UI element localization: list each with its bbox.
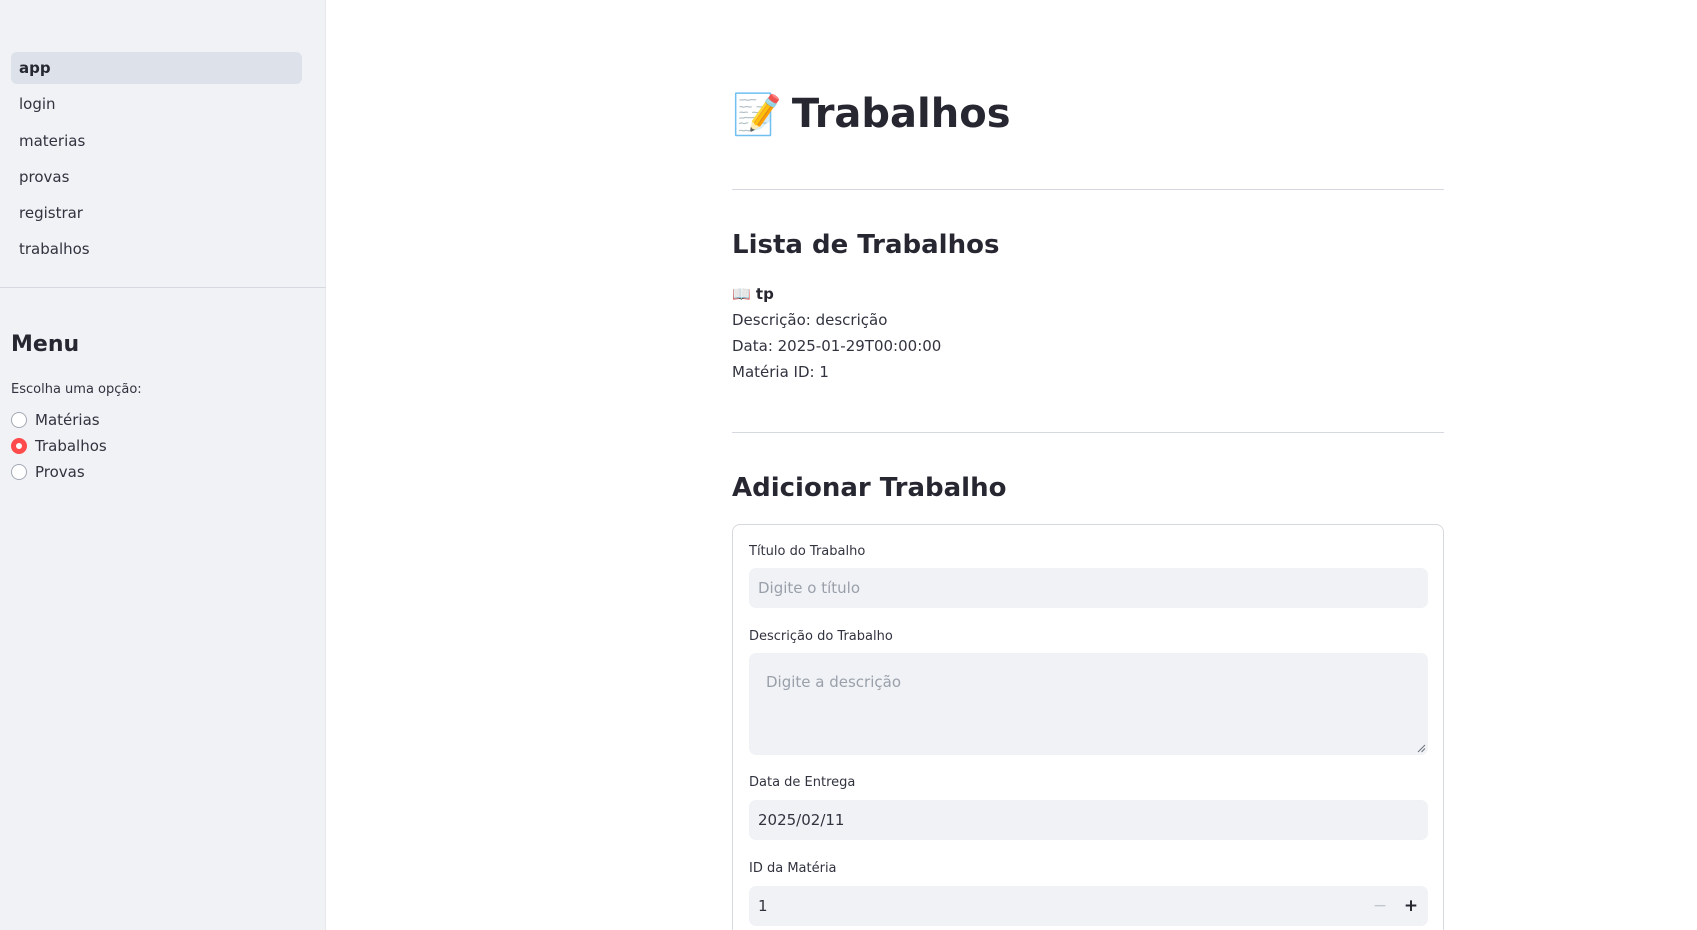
materia-id-field-label: ID da Matéria	[749, 861, 837, 876]
nav-item-materias[interactable]: materias	[11, 125, 302, 157]
main-content: 📝 Trabalhos Lista de Trabalhos 📖 tp Desc…	[732, 0, 1444, 930]
date-field-label: Data de Entrega	[749, 775, 856, 790]
radio-group-label: Escolha uma opção:	[11, 382, 142, 397]
materia-id-value[interactable]: 1	[758, 897, 768, 915]
add-heading: Adicionar Trabalho	[732, 473, 1007, 503]
radio-checked-icon	[11, 438, 27, 454]
list-heading: Lista de Trabalhos	[732, 230, 1000, 260]
nav-item-trabalhos[interactable]: trabalhos	[11, 233, 302, 265]
radio-unchecked-icon	[11, 464, 27, 480]
sidebar-divider	[0, 287, 326, 288]
increment-button[interactable]: +	[1395, 886, 1427, 926]
resize-handle-icon[interactable]	[1417, 744, 1426, 753]
radio-option-trabalhos[interactable]: Trabalhos	[11, 433, 107, 459]
page-title: 📝 Trabalhos	[732, 84, 1011, 144]
book-icon: 📖	[732, 285, 751, 303]
trabalho-item: 📖 tp Descrição: descrição Data: 2025-01-…	[732, 281, 941, 385]
radio-option-materias[interactable]: Matérias	[11, 407, 107, 433]
trabalho-materia-id: Matéria ID: 1	[732, 363, 829, 381]
menu-heading: Menu	[11, 332, 80, 357]
app-root: app login materias provas registrar trab…	[0, 0, 1697, 930]
nav-item-app[interactable]: app	[11, 52, 302, 84]
radio-unchecked-icon	[11, 412, 27, 428]
decrement-button[interactable]: −	[1364, 886, 1396, 926]
title-input[interactable]: Digite o título	[749, 568, 1428, 608]
trabalho-title-text: tp	[755, 285, 774, 303]
title-field-label: Título do Trabalho	[749, 544, 866, 559]
nav-item-registrar[interactable]: registrar	[11, 197, 302, 229]
memo-icon: 📝	[732, 91, 782, 138]
nav-item-login[interactable]: login	[11, 88, 302, 120]
materia-id-stepper[interactable]: 1 − +	[749, 886, 1428, 926]
description-field-label: Descrição do Trabalho	[749, 629, 893, 644]
add-trabalho-form: Título do Trabalho Digite o título Descr…	[732, 524, 1444, 930]
divider	[732, 189, 1444, 190]
trabalho-item-title: 📖 tp	[732, 281, 941, 307]
description-placeholder: Digite a descrição	[766, 673, 902, 691]
radio-option-provas[interactable]: Provas	[11, 459, 107, 485]
page-title-text: Trabalhos	[791, 91, 1011, 137]
nav-item-provas[interactable]: provas	[11, 161, 302, 193]
divider	[732, 432, 1444, 433]
radio-option-label: Trabalhos	[35, 437, 107, 455]
radio-option-label: Provas	[35, 463, 85, 481]
description-textarea[interactable]: Digite a descrição	[749, 653, 1428, 755]
date-input[interactable]: 2025/02/11	[749, 800, 1428, 840]
radio-option-label: Matérias	[35, 411, 100, 429]
sidebar: app login materias provas registrar trab…	[0, 0, 326, 930]
menu-radio-group: Matérias Trabalhos Provas	[11, 407, 107, 485]
trabalho-date: Data: 2025-01-29T00:00:00	[732, 337, 942, 355]
page-nav: app login materias provas registrar trab…	[11, 52, 302, 270]
trabalho-description: Descrição: descrição	[732, 311, 888, 329]
